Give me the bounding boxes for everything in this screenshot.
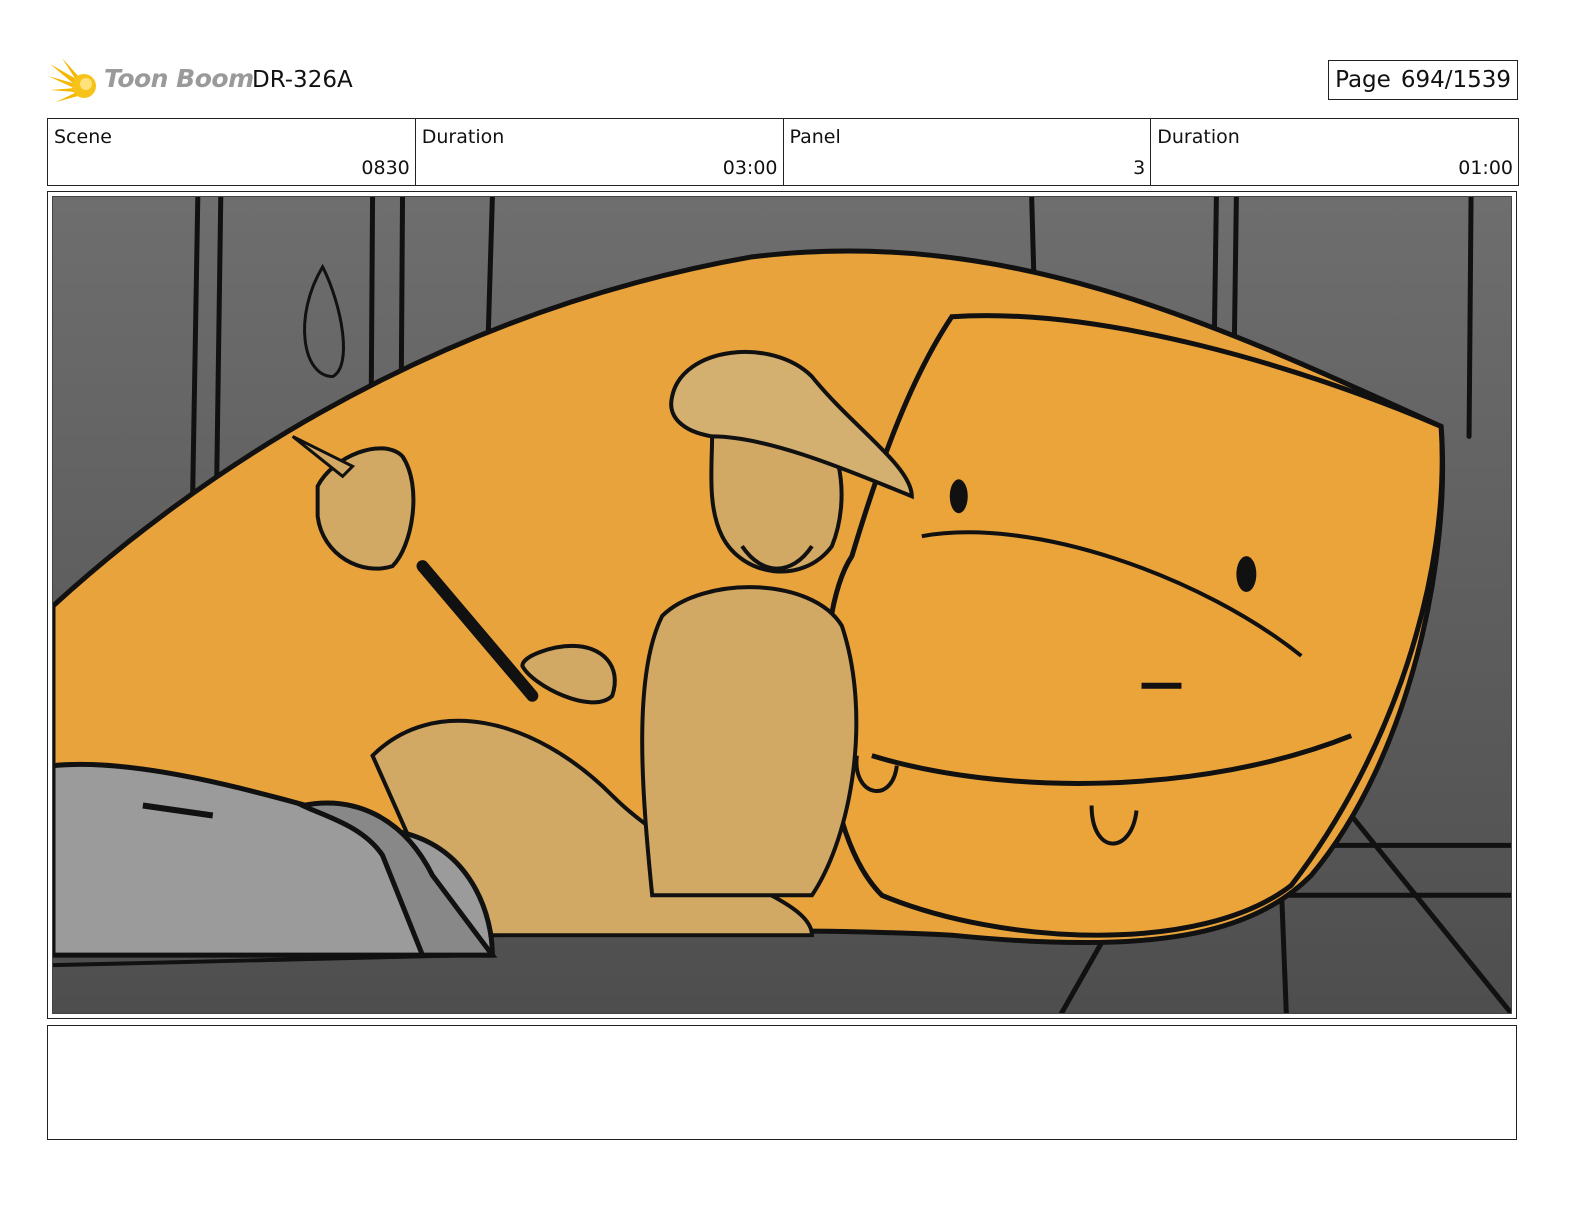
panel-artwork	[52, 196, 1512, 1014]
scene-label: Scene	[54, 126, 112, 148]
brand-name: Toon Boom	[104, 64, 254, 93]
panel-value: 3	[1133, 157, 1146, 179]
page-header: Toon Boom DR-326A Page 694/1539	[48, 52, 1518, 108]
storyboard-panel	[47, 191, 1517, 1019]
panel-duration-label: Duration	[1157, 126, 1240, 148]
panel-cell: Panel 3	[784, 119, 1152, 185]
scene-duration-value: 03:00	[722, 157, 778, 179]
panel-label: Panel	[789, 126, 841, 148]
panel-duration-value: 01:00	[1458, 157, 1513, 179]
scene-duration-cell: Duration 03:00	[416, 119, 784, 185]
page-label: Page	[1335, 67, 1391, 93]
document-id: DR-326A	[252, 67, 353, 93]
page-number: 694/1539	[1400, 67, 1511, 93]
notes-box	[47, 1025, 1517, 1140]
scene-duration-label: Duration	[421, 126, 505, 148]
storyboard-sketch-icon	[53, 197, 1511, 1013]
page-indicator: Page 694/1539	[1328, 60, 1518, 100]
panel-duration-cell: Duration 01:00	[1151, 119, 1518, 185]
scene-info-row: Scene 0830 Duration 03:00 Panel 3 Durati…	[47, 118, 1519, 186]
scene-value: 0830	[361, 157, 410, 179]
scene-cell: Scene 0830	[48, 119, 416, 185]
toon-boom-logo-icon	[48, 58, 96, 102]
